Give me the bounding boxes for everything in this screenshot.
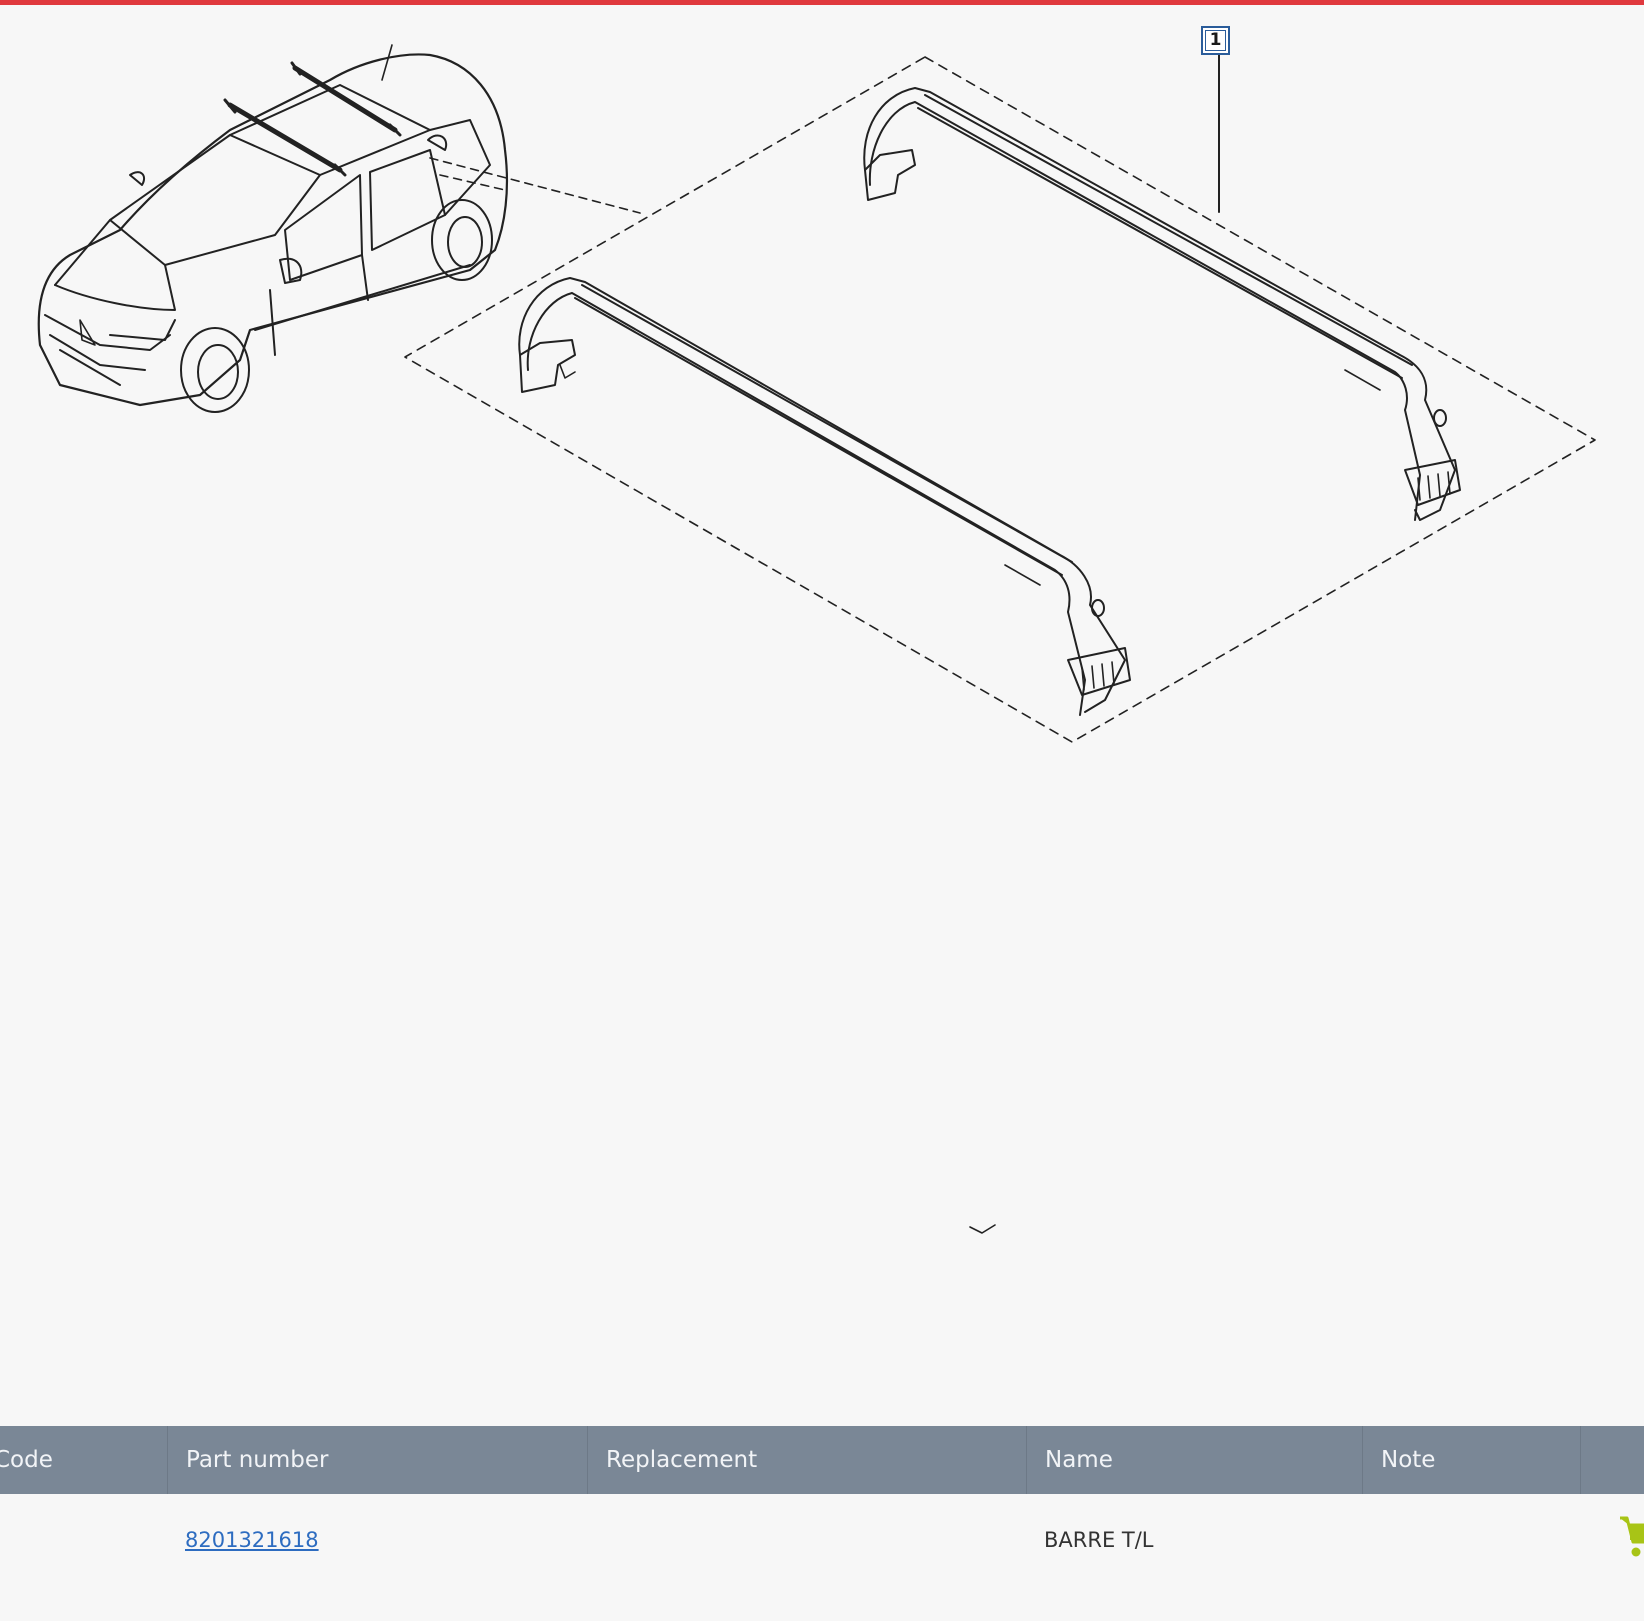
column-header-cart: [1581, 1426, 1644, 1494]
table-row: 8201321618 BARRE T/L: [0, 1494, 1644, 1586]
exploded-view-frame: [404, 56, 1596, 743]
cell-replacement: [588, 1494, 1027, 1586]
parts-catalog-page: 1 Code Part number Replacement Name Note…: [0, 0, 1644, 1621]
leader-lines: [429, 157, 641, 214]
stray-mark: [969, 1224, 996, 1234]
cell-part-number: 8201321618: [168, 1494, 588, 1586]
parts-diagram: 1: [0, 5, 1644, 1425]
column-header-name[interactable]: Name: [1027, 1426, 1363, 1494]
column-header-note[interactable]: Note: [1363, 1426, 1581, 1494]
part-number-link[interactable]: 8201321618: [185, 1528, 319, 1552]
roof-bar-front: [518, 277, 1131, 716]
roof-bar-rear: [863, 87, 1461, 521]
column-header-replacement[interactable]: Replacement: [588, 1426, 1027, 1494]
callout-1-label[interactable]: 1: [1201, 26, 1230, 55]
column-header-code[interactable]: Code: [0, 1426, 168, 1494]
parts-table-header: Code Part number Replacement Name Note: [0, 1426, 1644, 1494]
shopping-cart-icon: [1620, 1516, 1644, 1557]
column-header-part-number[interactable]: Part number: [168, 1426, 588, 1494]
roof-bars-drawing: [37, 44, 1596, 1234]
cell-note: [1363, 1494, 1581, 1586]
cell-code: [0, 1494, 168, 1586]
cell-name: BARRE T/L: [1044, 1528, 1154, 1552]
car-illustration: [37, 44, 509, 413]
add-to-cart-button[interactable]: [1618, 1512, 1644, 1560]
